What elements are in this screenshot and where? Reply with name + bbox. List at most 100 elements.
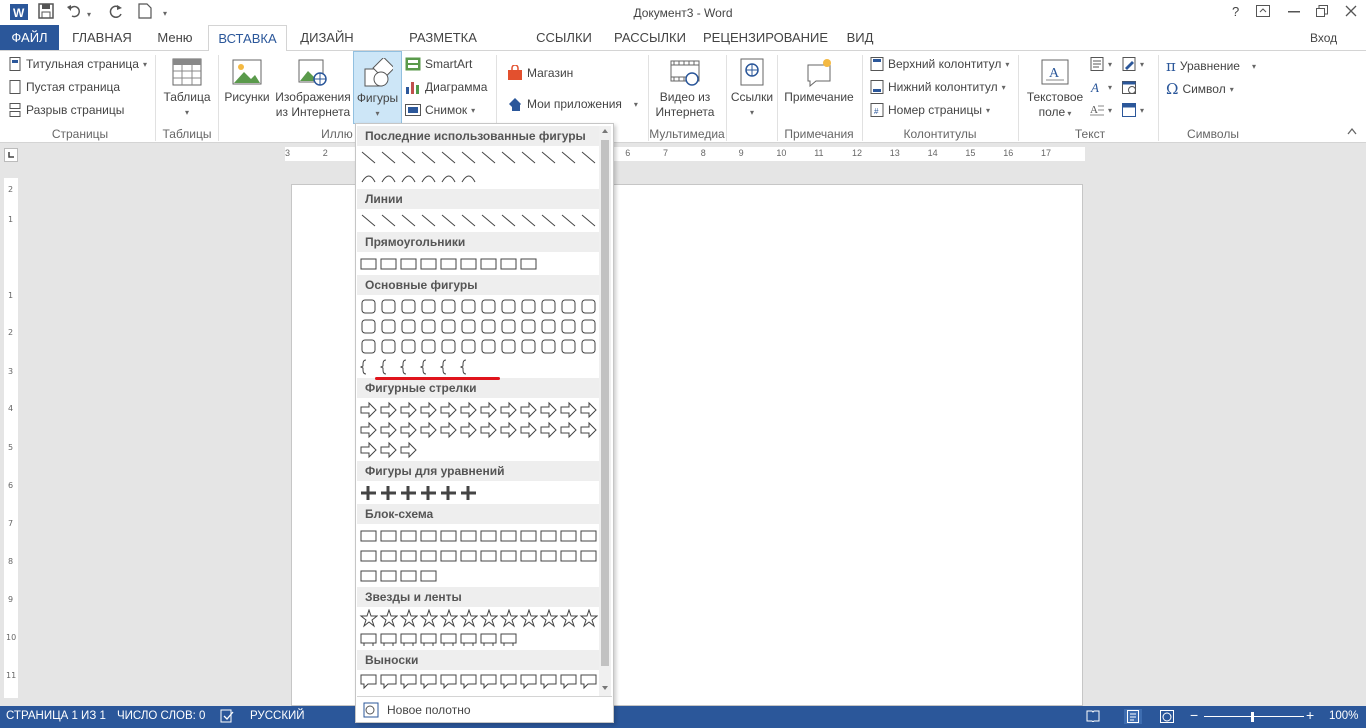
blank-page-button[interactable]: Пустая страница [8,80,120,94]
basic-shape-icon[interactable] [459,297,478,316]
arrow-shape-icon[interactable] [359,420,378,439]
page-count[interactable]: СТРАНИЦА 1 ИЗ 1 [6,710,106,722]
tab-design[interactable]: ДИЗАЙН [292,25,362,50]
basic-shape-icon[interactable] [559,297,578,316]
tab-menu[interactable]: Меню [148,25,202,50]
basic-shape-icon[interactable] [539,337,558,356]
date-time-button[interactable] [1122,80,1136,94]
basic-shape-icon[interactable] [379,297,398,316]
basic-shape-icon[interactable] [459,337,478,356]
banner-shape-icon[interactable] [439,629,458,648]
wordart-button[interactable]: A ▾ [1090,80,1112,94]
rect-shape-icon[interactable] [419,254,438,273]
line-shape-icon[interactable] [559,211,578,230]
tab-insert[interactable]: ВСТАВКА [208,25,287,51]
language[interactable]: РУССКИЙ [250,710,305,722]
basic-shape-icon[interactable] [559,317,578,336]
line-shape-icon[interactable] [499,211,518,230]
arrow-shape-icon[interactable] [399,420,418,439]
basic-shape-icon[interactable] [379,317,398,336]
flow-shape-icon[interactable] [479,526,498,545]
recent2-shape-icon[interactable] [439,168,458,187]
restore-icon[interactable] [1316,5,1328,17]
recent-shape-icon[interactable] [479,148,498,167]
star-shape-icon[interactable] [419,609,438,628]
recent2-shape-icon[interactable] [359,168,378,187]
basic-shape-icon[interactable] [559,337,578,356]
page-break-button[interactable]: Разрыв страницы [8,103,124,117]
word-count[interactable]: ЧИСЛО СЛОВ: 0 [117,710,205,722]
new-drawing-canvas-button[interactable]: Новое полотно [357,696,612,722]
rect-shape-icon[interactable] [399,254,418,273]
recent2-shape-icon[interactable] [379,168,398,187]
rect-shape-icon[interactable] [459,254,478,273]
star-shape-icon[interactable] [459,609,478,628]
basic-shape-icon[interactable] [439,317,458,336]
flow-shape-icon[interactable] [419,546,438,565]
vertical-ruler[interactable]: 2 1 1 2 3 4 5 6 7 8 9 10 11 [4,178,18,698]
basic-shape-icon[interactable] [499,297,518,316]
comment-button[interactable]: Примечание [780,57,858,105]
tab-references[interactable]: ССЫЛКИ [530,25,598,50]
basic-shape-icon[interactable] [539,317,558,336]
star-shape-icon[interactable] [539,609,558,628]
basic-shape-icon[interactable] [539,297,558,316]
eq-shape-icon[interactable] [399,483,418,502]
basic-shape-icon[interactable] [479,337,498,356]
flow-shape-icon[interactable] [439,526,458,545]
store-button[interactable]: Магазин [507,65,573,81]
pictures-button[interactable]: Рисунки [221,57,273,105]
recent-shape-icon[interactable] [559,148,578,167]
brace-shape-icon[interactable] [399,357,418,376]
line-shape-icon[interactable] [459,211,478,230]
banner-shape-icon[interactable] [359,629,378,648]
ribbon-display-options-icon[interactable] [1256,5,1270,17]
recent2-shape-icon[interactable] [419,168,438,187]
drop-cap-button[interactable]: A ▾ [1090,103,1112,117]
online-pictures-button[interactable]: Изображения из Интернета [273,57,353,120]
star-shape-icon[interactable] [399,609,418,628]
arrow-shape-icon[interactable] [559,400,578,419]
scrollbar-thumb[interactable] [601,140,609,666]
screenshot-button[interactable]: Снимок ▾ [405,103,475,117]
star-shape-icon[interactable] [559,609,578,628]
rect-shape-icon[interactable] [359,254,378,273]
flow-shape-icon[interactable] [399,526,418,545]
flow-shape-icon[interactable] [379,526,398,545]
flow-shape-icon[interactable] [559,526,578,545]
line-shape-icon[interactable] [519,211,538,230]
arrow-shape-icon[interactable] [539,420,558,439]
arrow-shape-icon[interactable] [359,440,378,459]
basic-shape-icon[interactable] [419,317,438,336]
arrow-shape-icon[interactable] [379,440,398,459]
basic-shape-icon[interactable] [439,337,458,356]
star-shape-icon[interactable] [519,609,538,628]
zoom-slider[interactable] [1204,716,1304,717]
flow-shape-icon[interactable] [359,566,378,585]
line-shape-icon[interactable] [359,211,378,230]
recent-shape-icon[interactable] [439,148,458,167]
object-button[interactable]: ▾ [1122,103,1144,117]
callout-shape-icon[interactable] [359,672,378,691]
line-shape-icon[interactable] [439,211,458,230]
line-shape-icon[interactable] [579,211,598,230]
banner-shape-icon[interactable] [399,629,418,648]
arrow-shape-icon[interactable] [439,400,458,419]
flow-shape-icon[interactable] [399,566,418,585]
star-shape-icon[interactable] [439,609,458,628]
arrow-shape-icon[interactable] [419,400,438,419]
flow-shape-icon[interactable] [539,526,558,545]
callout-shape-icon[interactable] [579,672,598,691]
recent2-shape-icon[interactable] [399,168,418,187]
chart-button[interactable]: Диаграмма [405,80,487,94]
tab-home[interactable]: ГЛАВНАЯ [64,25,140,50]
basic-shape-icon[interactable] [579,297,598,316]
minimize-icon[interactable] [1288,11,1300,13]
recent-shape-icon[interactable] [539,148,558,167]
scrollbar[interactable] [599,126,611,696]
flow-shape-icon[interactable] [439,546,458,565]
brace-shape-icon[interactable] [419,357,438,376]
line-shape-icon[interactable] [419,211,438,230]
zoom-out-button[interactable]: − [1190,707,1198,723]
symbol-button[interactable]: Ω Символ ▾ [1166,80,1234,98]
